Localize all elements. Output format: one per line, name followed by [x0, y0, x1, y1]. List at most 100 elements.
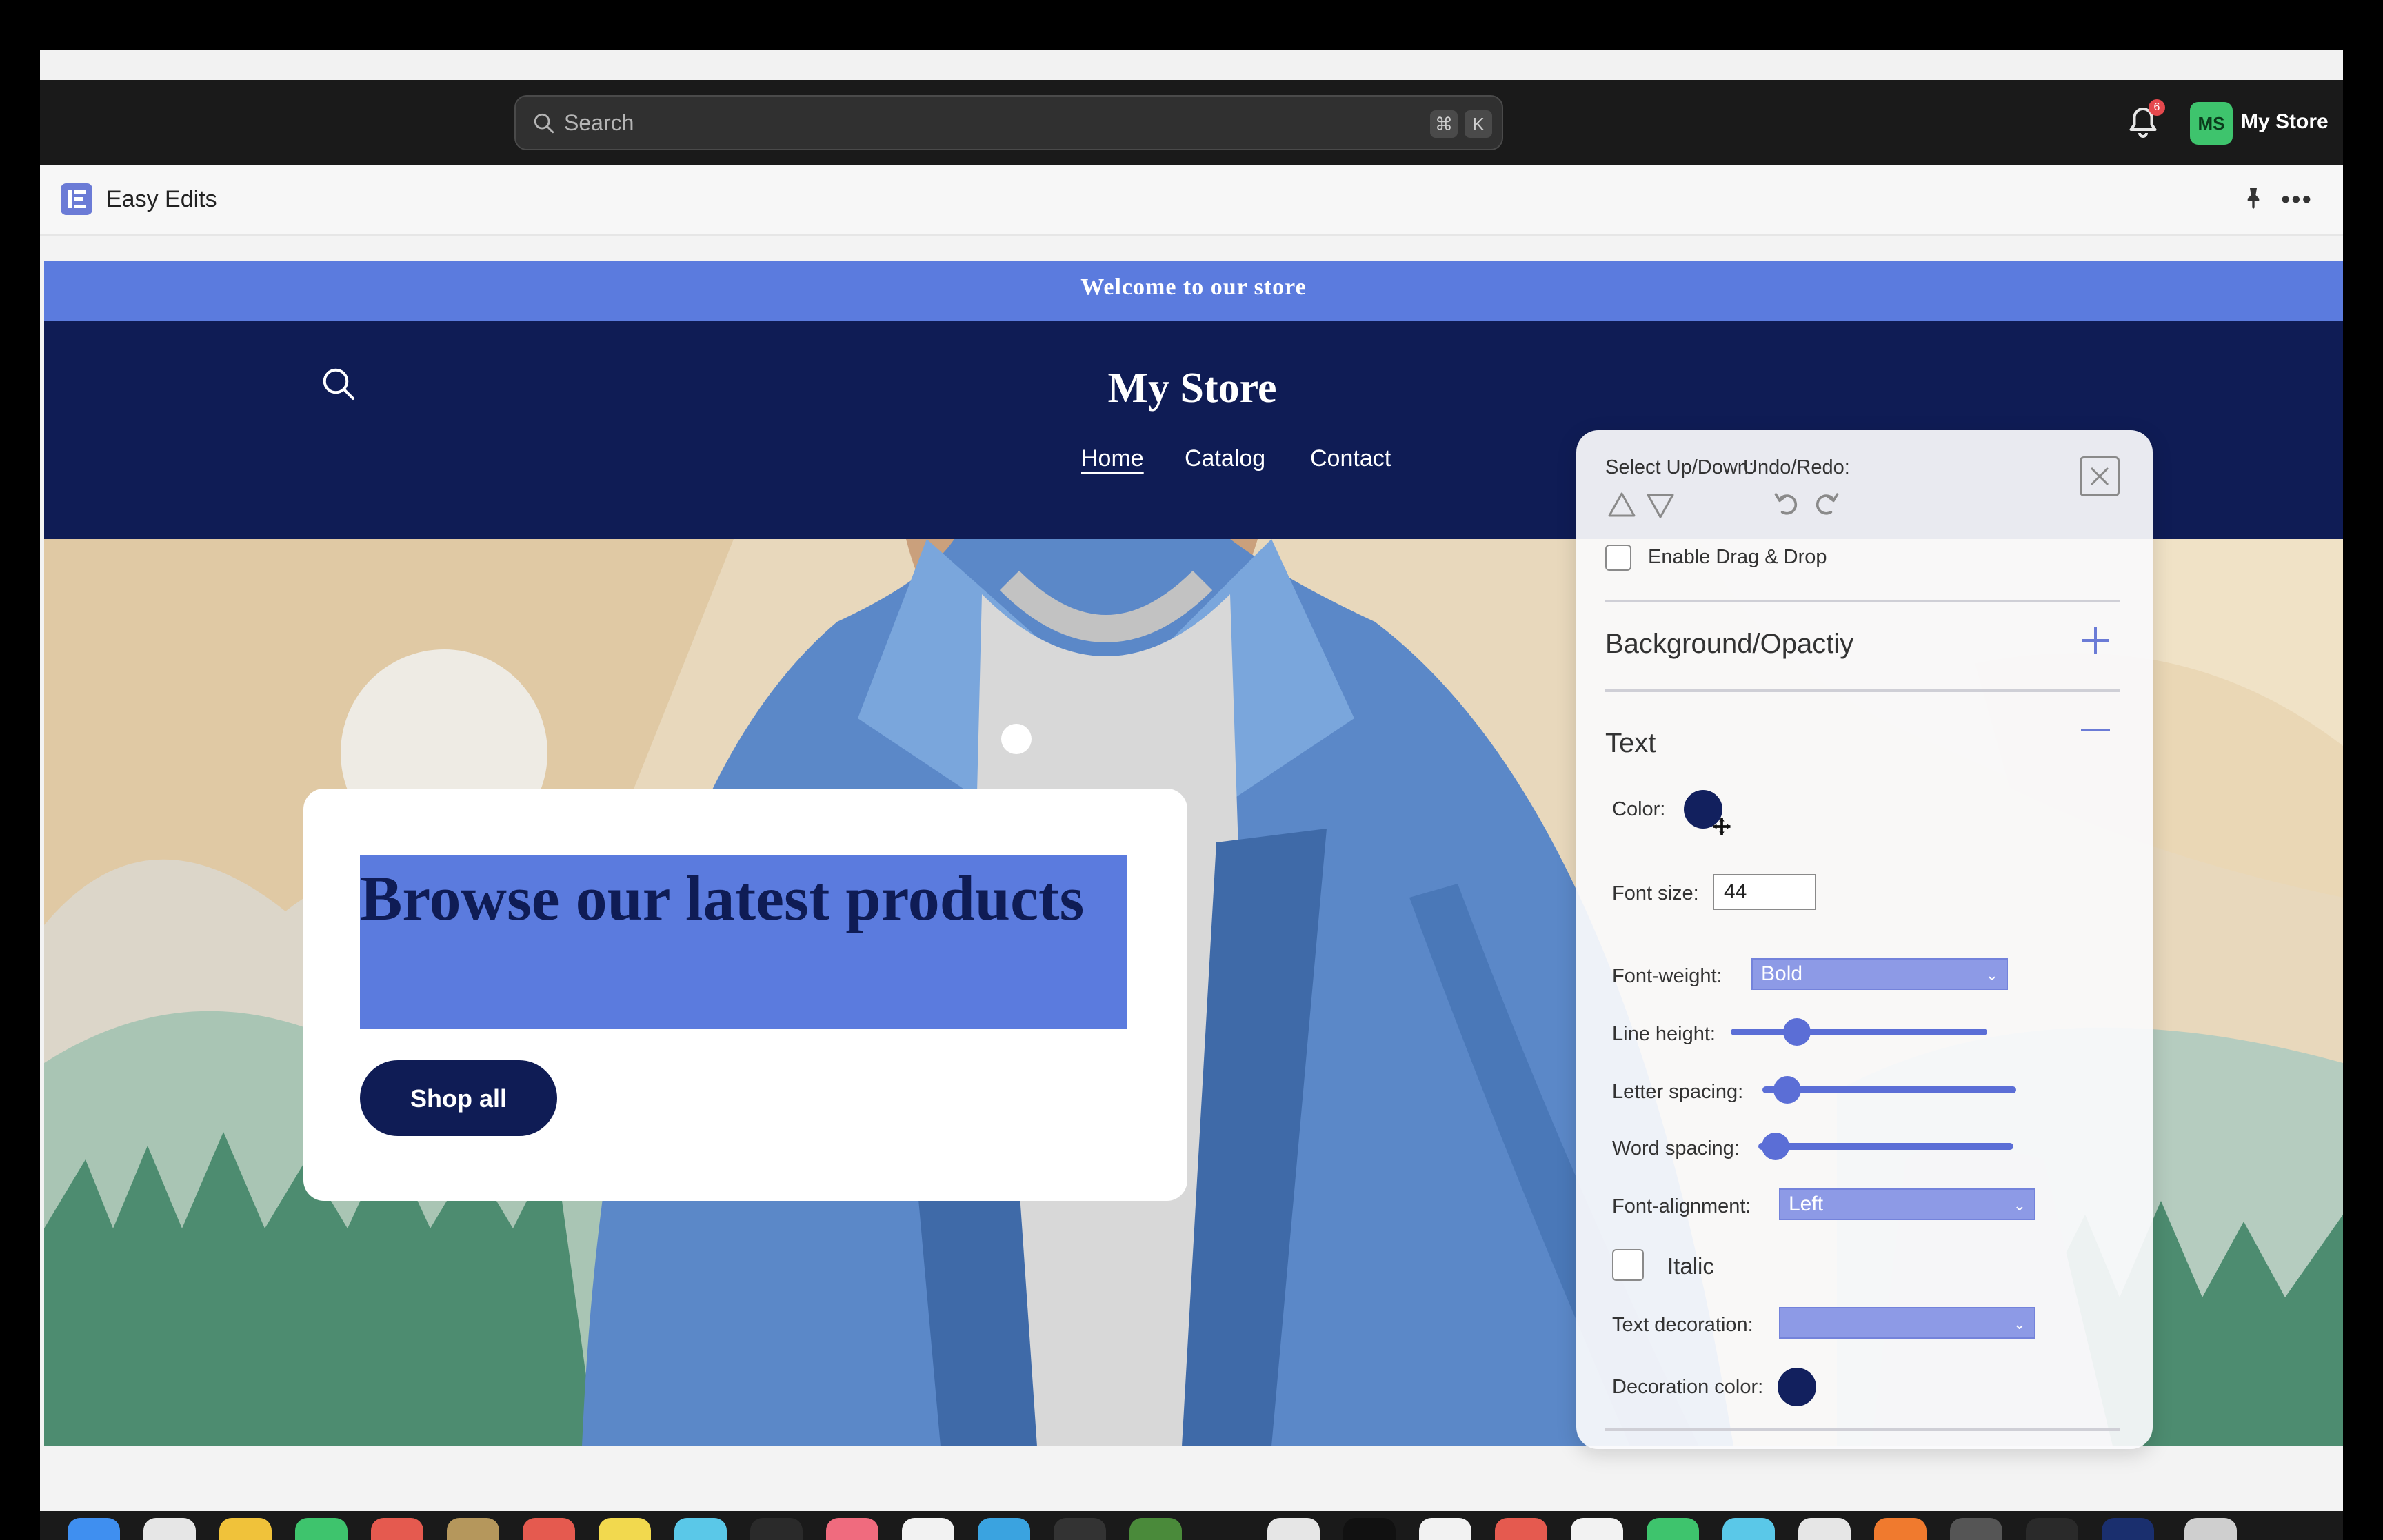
dock [40, 1508, 2343, 1540]
store-title[interactable]: My Store [44, 364, 2343, 413]
divider [1605, 689, 2120, 692]
expand-plus-icon[interactable] [2078, 623, 2113, 658]
app-header: Easy Edits ••• [40, 165, 2343, 236]
announcement-text: Welcome to our store [1080, 274, 1307, 300]
line-height-slider[interactable] [1731, 1029, 1987, 1035]
dock-app-icon[interactable] [1419, 1518, 1471, 1540]
font-weight-select[interactable]: Bold ⌄ [1751, 958, 2008, 990]
italic-checkbox[interactable] [1612, 1249, 1644, 1281]
dock-app-icon[interactable] [219, 1518, 272, 1540]
store-title-text: My Store [1107, 365, 1277, 412]
pin-icon[interactable] [2240, 185, 2267, 212]
word-spacing-slider[interactable] [1758, 1143, 2013, 1150]
k-key: K [1465, 110, 1492, 138]
dock-app-icon[interactable] [1874, 1518, 1927, 1540]
dock-app-icon[interactable] [750, 1518, 803, 1540]
dock-app-icon[interactable] [1129, 1518, 1182, 1540]
dock-app-icon[interactable] [68, 1518, 120, 1540]
dock-app-icon[interactable] [1571, 1518, 1623, 1540]
dock-app-icon[interactable] [978, 1518, 1030, 1540]
divider [1605, 1428, 2120, 1431]
dock-app-icon[interactable] [1267, 1518, 1320, 1540]
dock-app-icon[interactable] [1343, 1518, 1396, 1540]
admin-store-name[interactable]: My Store [2241, 110, 2329, 134]
text-section-heading[interactable]: Text [1605, 728, 1656, 759]
text-decoration-label: Text decoration: [1612, 1314, 1753, 1336]
font-alignment-select[interactable]: Left ⌄ [1779, 1188, 2035, 1220]
divider [1605, 600, 2120, 602]
font-size-label: Font size: [1612, 882, 1699, 904]
close-icon [2090, 467, 2109, 486]
store-avatar[interactable]: MS [2190, 102, 2233, 145]
nav-link-catalog[interactable]: Catalog [1185, 445, 1265, 472]
dock-app-icon[interactable] [1054, 1518, 1106, 1540]
dock-app-icon[interactable] [599, 1518, 651, 1540]
dock-app-icon[interactable] [1495, 1518, 1547, 1540]
dock-app-icon[interactable] [1950, 1518, 2002, 1540]
redo-icon[interactable] [1811, 488, 1841, 518]
font-weight-label: Font-weight: [1612, 965, 1722, 987]
chevron-down-icon: ⌄ [2013, 1315, 2026, 1333]
text-editor-panel: Select Up/Down: Undo/Redo: Enable Drag &… [1576, 430, 2153, 1449]
dock-app-icon[interactable] [2102, 1518, 2154, 1540]
dock-app-icon[interactable] [902, 1518, 954, 1540]
move-cursor-icon [1713, 818, 1731, 835]
command-key: ⌘ [1430, 110, 1458, 138]
easy-edits-logo-icon [61, 183, 92, 215]
hero-card: Browse our latest products Shop all [303, 789, 1187, 1201]
line-height-slider-thumb[interactable] [1782, 1018, 1811, 1046]
dock-app-icon[interactable] [447, 1518, 499, 1540]
letter-spacing-label: Letter spacing: [1612, 1081, 1744, 1103]
close-panel-button[interactable] [2080, 456, 2120, 496]
admin-search-field[interactable]: Search ⌘ K [514, 95, 1503, 150]
dock-app-icon[interactable] [2184, 1518, 2237, 1540]
word-spacing-slider-thumb[interactable] [1762, 1133, 1790, 1160]
decoration-color-swatch[interactable] [1778, 1368, 1816, 1406]
dock-app-icon[interactable] [1647, 1518, 1699, 1540]
decoration-color-label: Decoration color: [1612, 1376, 1764, 1398]
font-alignment-value: Left [1789, 1193, 1824, 1215]
dock-app-icon[interactable] [143, 1518, 196, 1540]
dock-app-icon[interactable] [523, 1518, 575, 1540]
dock-app-icon[interactable] [1798, 1518, 1851, 1540]
undo-icon[interactable] [1772, 488, 1802, 518]
dock-app-icon[interactable] [1722, 1518, 1775, 1540]
text-decoration-select[interactable]: ⌄ [1779, 1307, 2035, 1339]
dock-app-icon[interactable] [2026, 1518, 2078, 1540]
notification-count-badge: 6 [2149, 99, 2165, 116]
admin-top-bar: Search ⌘ K 6 MS My Store [40, 80, 2343, 165]
font-weight-value: Bold [1761, 962, 1803, 985]
browser-address-strip [40, 50, 2343, 80]
line-height-label: Line height: [1612, 1023, 1716, 1045]
more-options-icon[interactable]: ••• [2281, 187, 2313, 213]
dock-app-icon[interactable] [674, 1518, 727, 1540]
search-placeholder: Search [564, 110, 634, 135]
letter-spacing-slider-thumb[interactable] [1773, 1076, 1802, 1104]
chevron-down-icon: ⌄ [1985, 966, 1998, 984]
drag-drop-checkbox[interactable] [1605, 545, 1631, 571]
font-alignment-label: Font-alignment: [1612, 1195, 1751, 1217]
font-size-input[interactable] [1713, 874, 1816, 910]
dock-app-icon[interactable] [826, 1518, 878, 1540]
app-body: Welcome to our store My Store Home Catal… [40, 236, 2343, 1511]
drag-drop-label: Enable Drag & Drop [1648, 546, 1827, 568]
dock-app-icon[interactable] [295, 1518, 348, 1540]
nav-link-home[interactable]: Home [1081, 445, 1144, 472]
italic-label: Italic [1667, 1253, 1714, 1279]
collapse-minus-icon[interactable] [2078, 720, 2113, 740]
select-updown-label: Select Up/Down: [1605, 456, 1754, 478]
select-up-icon[interactable] [1607, 491, 1637, 518]
dock-app-icon[interactable] [371, 1518, 423, 1540]
undo-redo-label: Undo/Redo: [1743, 456, 1850, 478]
shop-all-button[interactable]: Shop all [360, 1060, 557, 1136]
nav-link-contact[interactable]: Contact [1310, 445, 1391, 472]
background-section-heading[interactable]: Background/Opactiy [1605, 629, 1853, 660]
color-label: Color: [1612, 798, 1666, 820]
hero-heading[interactable]: Browse our latest products [360, 855, 1118, 942]
search-icon [534, 113, 554, 134]
word-spacing-label: Word spacing: [1612, 1137, 1740, 1159]
announcement-bar[interactable]: Welcome to our store [44, 261, 2343, 321]
app-title: Easy Edits [106, 186, 217, 212]
select-down-icon[interactable] [1645, 492, 1676, 520]
chevron-down-icon: ⌄ [2013, 1197, 2026, 1214]
